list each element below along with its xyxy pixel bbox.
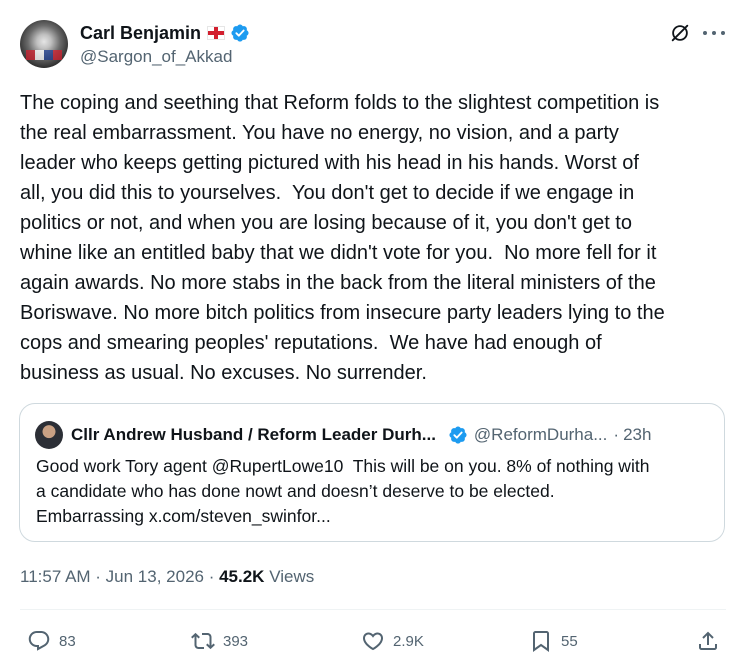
like-count: 2.9K [393,632,424,650]
reply-button[interactable]: 83 [27,626,76,656]
quoted-tweet-time: 23h [623,425,652,444]
separator-dot: · [613,425,620,444]
reply-icon [28,631,50,651]
bookmark-count: 55 [561,632,578,650]
quoted-tweet-header: Cllr Andrew Husband / Reform Leader Durh… [71,423,651,447]
grok-icon[interactable] [669,22,691,44]
repost-count: 393 [223,632,249,650]
quoted-author-avatar [35,421,63,449]
divider [20,609,726,610]
author-avatar[interactable] [20,20,68,68]
author-display-name[interactable]: Carl Benjamin [80,23,201,44]
heart-icon [362,632,384,651]
verified-badge-icon [231,24,249,42]
tweet-meta: 11:57 AM · Jun 13, 2026 · 45.2K Views [20,567,314,587]
views-label: Views [264,567,315,586]
bookmark-icon [533,631,549,652]
share-icon [699,631,717,650]
quoted-author-display-name: Cllr Andrew Husband / Reform Leader Durh… [71,425,436,444]
bookmark-button[interactable]: 55 [529,626,578,656]
england-flag-icon [207,26,226,40]
share-button[interactable] [696,626,720,656]
repost-button[interactable]: 393 [191,626,248,656]
tweet-text: The coping and seething that Reform fold… [20,92,665,384]
tweet: Carl Benjamin @Sargon_of_Akkad The copin… [0,0,754,669]
quoted-tweet[interactable]: Cllr Andrew Husband / Reform Leader Durh… [19,403,725,542]
repost-icon [191,632,215,650]
quoted-author-handle: @ReformDurha... [473,425,608,444]
like-button[interactable]: 2.9K [361,626,424,656]
reply-count: 83 [59,632,76,650]
views-count: 45.2K [219,567,265,586]
verified-badge-icon [449,426,467,444]
more-options-icon[interactable] [703,24,725,42]
author-name-row: Carl Benjamin [80,21,250,45]
author-handle[interactable]: @Sargon_of_Akkad [80,47,232,67]
tweet-timestamp[interactable]: 11:57 AM · Jun 13, 2026 · [20,567,219,586]
quoted-tweet-text: Good work Tory agent @RupertLowe10 This … [36,456,650,526]
